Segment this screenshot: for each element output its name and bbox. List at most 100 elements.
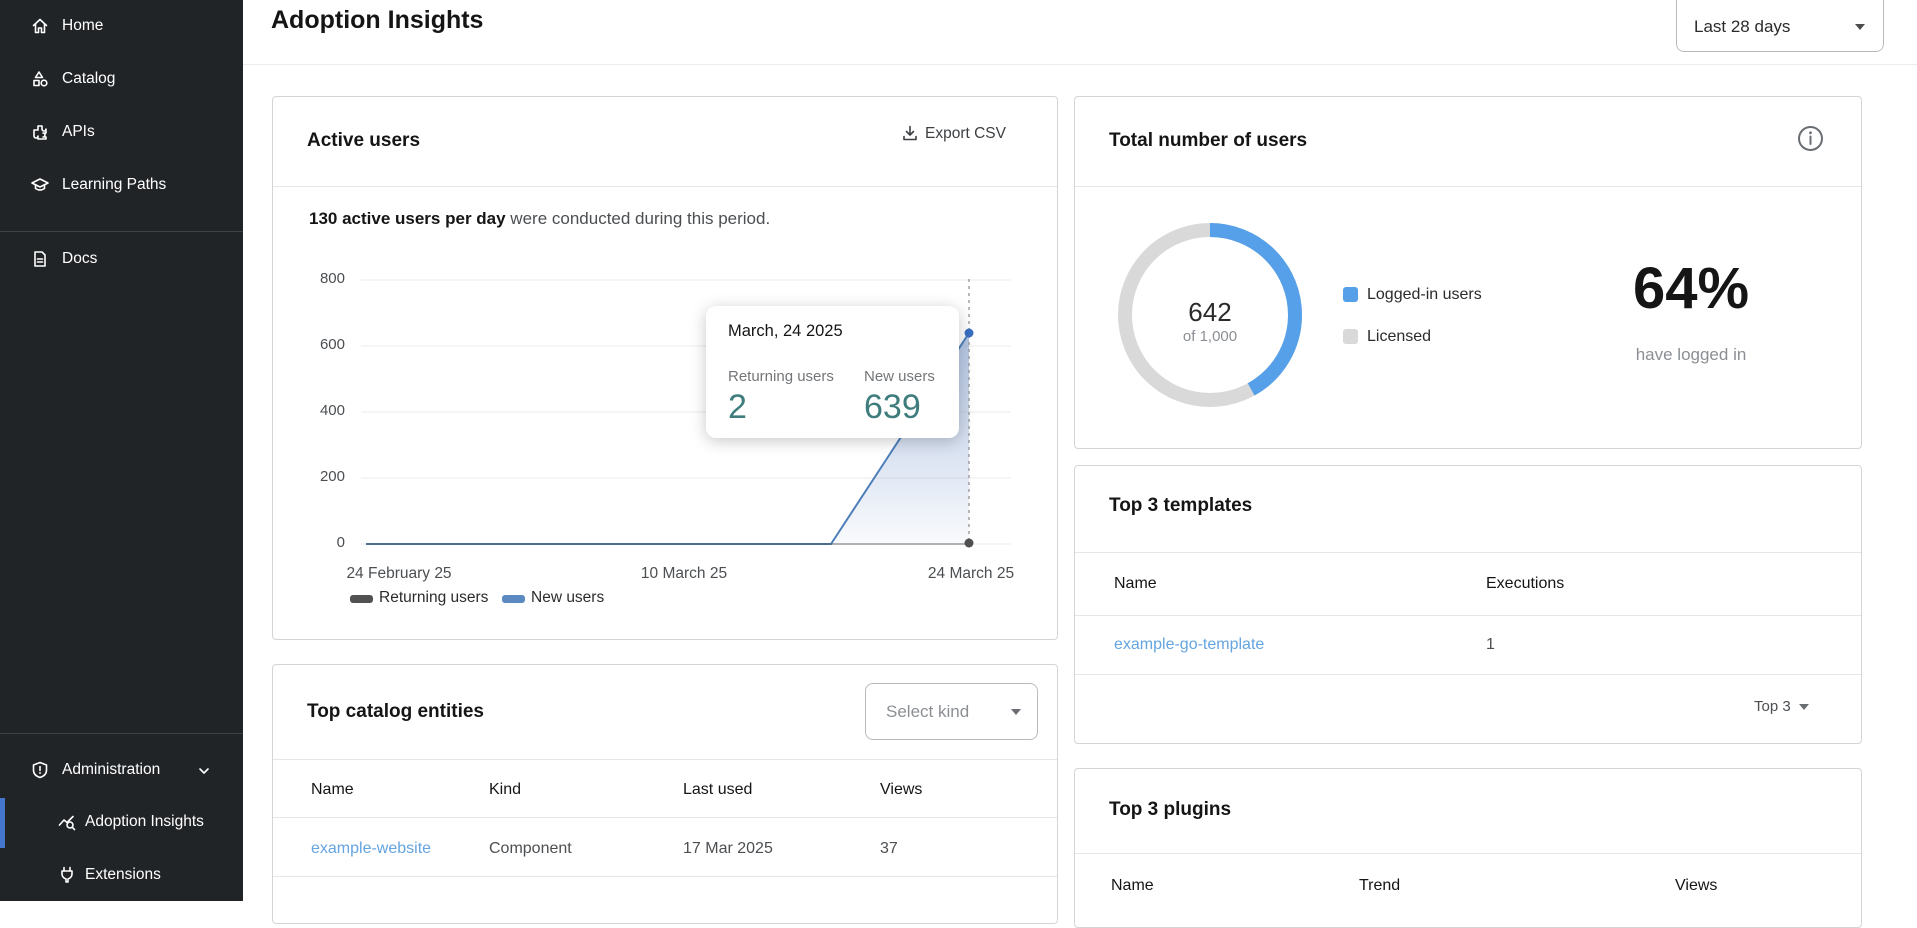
column-header-trend: Trend (1359, 877, 1400, 895)
active-users-card: Active users Export CSV 130 active users… (272, 96, 1058, 640)
plug-icon (57, 865, 77, 885)
card-header-divider (1075, 552, 1861, 553)
card-title: Top 3 templates (1109, 495, 1252, 517)
sidebar-item-adoption-insights[interactable]: Adoption Insights (0, 802, 243, 842)
legend-swatch-licensed (1343, 329, 1358, 344)
card-header-divider (1075, 186, 1861, 187)
column-header-name: Name (1111, 877, 1154, 895)
top-catalog-entities-card: Top catalog entities Select kind Name Ki… (272, 664, 1058, 924)
column-header-kind: Kind (489, 781, 521, 799)
legend-new-users: New users (502, 591, 632, 607)
active-users-summary: 130 active users per day were conducted … (309, 209, 770, 229)
tooltip-returning-value: 2 (728, 388, 747, 427)
entity-link[interactable]: example-website (311, 840, 431, 858)
x-tick-2: 10 March 25 (609, 565, 759, 583)
chevron-down-icon (1011, 709, 1021, 715)
legend-label: New users (531, 589, 604, 607)
sidebar: Home Catalog APIs Learning Paths Docs Ad… (0, 0, 243, 901)
sidebar-item-label: Administration (62, 761, 160, 779)
card-title: Active users (307, 130, 420, 152)
page-title: Adoption Insights (271, 6, 483, 35)
catalog-icon (30, 69, 50, 89)
sidebar-item-home[interactable]: Home (0, 6, 243, 46)
last-used-value: 17 Mar 2025 (683, 840, 773, 858)
column-header-last-used: Last used (683, 781, 752, 799)
download-icon (901, 124, 919, 142)
card-title: Top catalog entities (307, 701, 484, 723)
sidebar-item-label: APIs (62, 123, 95, 141)
summary-rest: were conducted during this period. (506, 209, 771, 228)
sidebar-item-learning-paths[interactable]: Learning Paths (0, 165, 243, 205)
executions-value: 1 (1486, 636, 1495, 654)
shield-icon (30, 760, 50, 780)
sidebar-item-label: Learning Paths (62, 176, 166, 194)
adoption-insights-icon (57, 812, 77, 832)
info-icon[interactable] (1797, 125, 1824, 152)
date-range-value: Last 28 days (1694, 17, 1790, 37)
top-plugins-card: Top 3 plugins Name Trend Views (1074, 768, 1862, 928)
donut-caption: of 1,000 (1150, 328, 1270, 345)
sidebar-item-apis[interactable]: APIs (0, 112, 243, 152)
tooltip-returning-label: Returning users (728, 368, 834, 385)
x-tick-1: 24 February 25 (324, 565, 474, 583)
row-divider (1075, 615, 1861, 616)
kind-filter-value: Select kind (886, 702, 969, 722)
column-header-views: Views (1675, 877, 1717, 895)
sidebar-item-administration[interactable]: Administration (0, 750, 243, 790)
tooltip-date: March, 24 2025 (728, 322, 843, 341)
export-csv-label: Export CSV (925, 125, 1006, 143)
card-header-divider (273, 186, 1057, 187)
new-users-point (965, 329, 974, 338)
sidebar-item-label: Docs (62, 250, 97, 268)
top-templates-card: Top 3 templates Name Executions example-… (1074, 465, 1862, 744)
legend-returning-users: Returning users (350, 591, 520, 607)
sidebar-item-label: Catalog (62, 70, 115, 88)
card-header-divider (273, 759, 1057, 760)
legend-swatch-logged-in (1343, 287, 1358, 302)
row-divider (1075, 674, 1861, 675)
chart-tooltip: March, 24 2025 Returning users New users… (706, 306, 959, 438)
logged-in-caption: have logged in (1591, 345, 1791, 365)
chevron-down-icon (196, 763, 212, 779)
sidebar-item-label: Home (62, 17, 103, 35)
kind-filter-select[interactable]: Select kind (865, 683, 1038, 740)
tooltip-new-value: 639 (864, 388, 921, 427)
sidebar-item-label: Adoption Insights (85, 813, 204, 831)
header-divider (243, 64, 1917, 65)
template-link[interactable]: example-go-template (1114, 636, 1264, 654)
sidebar-item-catalog[interactable]: Catalog (0, 59, 243, 99)
home-icon (30, 16, 50, 36)
sidebar-item-extensions[interactable]: Extensions (0, 855, 243, 895)
export-csv-button[interactable]: Export CSV (901, 121, 1027, 147)
row-divider (273, 817, 1057, 818)
legend-label: Returning users (379, 589, 488, 607)
sidebar-item-docs[interactable]: Docs (0, 239, 243, 279)
legend-label-licensed: Licensed (1367, 328, 1431, 346)
total-users-card: Total number of users 642 of 1,000 Logge… (1074, 96, 1862, 449)
chevron-down-icon (1799, 704, 1809, 710)
summary-stat: 130 active users per day (309, 209, 506, 228)
apis-icon (30, 122, 50, 142)
column-header-executions: Executions (1486, 575, 1564, 593)
column-header-views: Views (880, 781, 922, 799)
logged-in-percentage: 64% (1591, 255, 1791, 322)
chevron-down-icon (1855, 24, 1865, 30)
column-header-name: Name (311, 781, 354, 799)
docs-icon (30, 249, 50, 269)
sidebar-divider (0, 231, 243, 232)
row-divider (273, 876, 1057, 877)
sidebar-divider (0, 733, 243, 734)
card-header-divider (1075, 853, 1861, 854)
tooltip-new-label: New users (864, 368, 935, 385)
views-value: 37 (880, 840, 898, 858)
card-title: Top 3 plugins (1109, 799, 1231, 821)
date-range-select[interactable]: Last 28 days (1676, 0, 1884, 52)
legend-swatch-returning (350, 595, 373, 603)
kind-value: Component (489, 840, 572, 858)
top-n-label: Top 3 (1754, 698, 1791, 715)
x-tick-3: 24 March 25 (896, 565, 1046, 583)
legend-label-logged-in: Logged-in users (1367, 286, 1482, 304)
donut-value: 642 (1150, 297, 1270, 328)
sidebar-item-label: Extensions (85, 866, 161, 884)
top-n-selector[interactable]: Top 3 (1754, 698, 1809, 715)
